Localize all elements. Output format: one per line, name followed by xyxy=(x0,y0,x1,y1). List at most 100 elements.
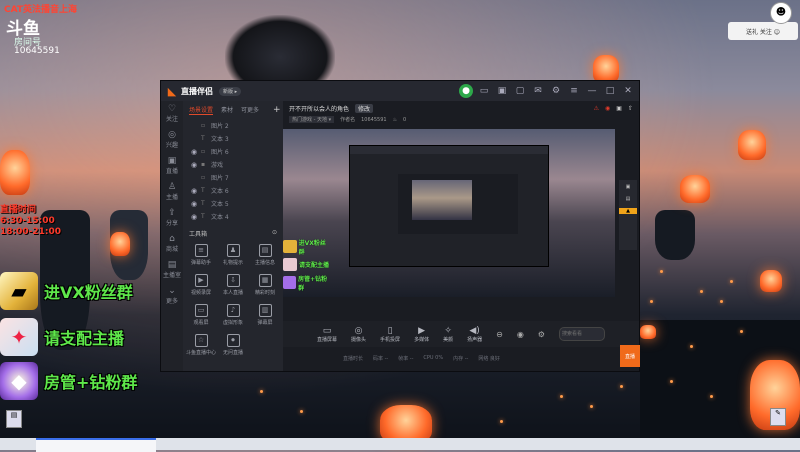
tool-gift[interactable]: ♟ 礼物提示 xyxy=(217,244,249,266)
calendar-icon: ▦ xyxy=(258,274,272,287)
tool-video[interactable]: ▶ 视频录屏 xyxy=(185,274,217,296)
mic-icon: ⏺ xyxy=(226,334,240,347)
widget-text: 送礼 关注 ☺ xyxy=(745,28,781,36)
screen-share-button[interactable]: ▭ 直播屏幕 xyxy=(317,326,337,343)
banner-text: 房管+钻粉群 xyxy=(44,373,138,392)
nav-item[interactable]: ◎ 兴趣 xyxy=(161,127,183,153)
gift-box-icon[interactable]: ▣ xyxy=(616,105,622,112)
capture-toolbar: ▭ 直播屏幕 ◎ 摄像头 ▯ 手机投屏 ▶ 多媒体 ✧ 美颜 ◀) 扬声器 ⊖ ◉ ⚙ xyxy=(283,321,639,347)
search-input[interactable] xyxy=(558,327,605,341)
desktop-shortcut-icon[interactable]: ▤ xyxy=(6,410,22,428)
minimize-icon[interactable]: — xyxy=(585,84,599,98)
eye-icon[interactable]: ◉ xyxy=(191,213,201,221)
nav-item[interactable]: ▣ 直播 xyxy=(161,153,183,179)
source-item[interactable]: ◉ ▪ 游戏 xyxy=(183,158,283,171)
toolbox-grid: ≡ 弹幕助手 ♟ 礼物提示 ▤ 主播信息 ▶ 视频录屏 ⇩ 本人直播 ▦ 精彩时刻 ▭ 观看屏… xyxy=(183,240,283,360)
maximize-icon[interactable]: □ xyxy=(603,84,617,98)
eye-icon[interactable]: ◉ xyxy=(191,187,201,195)
source-item[interactable]: ◉ T 文本 4 xyxy=(183,210,283,223)
close-icon[interactable]: ✕ xyxy=(621,84,635,98)
menu-icon[interactable]: ≡ xyxy=(567,84,581,98)
screen-share-icon: ▭ xyxy=(322,325,332,336)
nav-item[interactable]: ⇪ 分享 xyxy=(161,205,183,231)
lantern xyxy=(738,130,766,160)
banner-admin-group: ◆ 房管+钻粉群 xyxy=(0,358,148,404)
speaker-button[interactable]: ◀) 扬声器 xyxy=(467,326,482,343)
source-item[interactable]: ▫ 图片 2 xyxy=(183,119,283,132)
tool-sound[interactable]: ♪ 虚拟形象 xyxy=(217,304,249,326)
chart-icon: ▥ xyxy=(258,304,272,317)
tool-danmaku[interactable]: ≡ 弹幕助手 xyxy=(185,244,217,266)
schedule-title: 直播时间 xyxy=(0,205,37,215)
eye-icon[interactable]: ◉ xyxy=(191,148,201,156)
phone-cast-button[interactable]: ▯ 手机投屏 xyxy=(380,326,400,343)
eye-icon: ◎ xyxy=(168,130,176,140)
media-icon: ▶ xyxy=(418,325,426,336)
help-icon[interactable]: ⊖ xyxy=(496,330,503,339)
tool-download[interactable]: ⇩ 本人直播 xyxy=(217,274,249,296)
tab-material[interactable]: 素材 xyxy=(221,105,233,115)
category-select[interactable]: 热门游戏 - 天地 ▾ xyxy=(289,116,335,123)
pet-icon xyxy=(283,258,297,271)
nav-item[interactable]: ♙ 主播 xyxy=(161,179,183,205)
source-item[interactable]: T 文本 3 xyxy=(183,132,283,145)
tool-mic[interactable]: ⏺ 无问直播 xyxy=(217,334,249,356)
tool-screen[interactable]: ▭ 观看屏 xyxy=(185,304,217,326)
app-title: 直播伴侣 xyxy=(181,86,213,96)
sound-icon: ♪ xyxy=(226,304,240,317)
start-live-button[interactable]: 直播 xyxy=(620,345,640,367)
eye-icon[interactable]: ◉ xyxy=(191,161,201,169)
desktop-shortcut-icon[interactable]: ✎ xyxy=(770,408,786,426)
alert-icon[interactable]: ⚠ xyxy=(594,105,599,112)
phone-icon: ▯ xyxy=(387,325,393,336)
version-badge[interactable]: 新版 ▸ xyxy=(219,86,242,96)
share-icon[interactable]: ⇧ xyxy=(628,105,633,112)
mini-banner: 进VX粉丝群 xyxy=(283,239,331,256)
toolbox-more-icon[interactable]: ⊙ xyxy=(272,229,277,238)
scene-tabs: 场景设置 素材 可更多 xyxy=(183,101,283,119)
gift-icon[interactable]: ▣ xyxy=(495,84,509,98)
nav-item[interactable]: ▤ 主播室 xyxy=(161,257,183,283)
mail-icon[interactable]: ✉ xyxy=(531,84,545,98)
media-button[interactable]: ▶ 多媒体 xyxy=(414,326,429,343)
stream-title: 开不开所以会人的角色 xyxy=(289,106,350,113)
eye-icon[interactable]: ◉ xyxy=(191,200,201,208)
nav-item[interactable]: ⌄ 更多 xyxy=(161,283,183,309)
shop-icon: ⌂ xyxy=(169,234,175,244)
settings-icon[interactable]: ⚙ xyxy=(549,84,563,98)
edit-title-button[interactable]: 修改 xyxy=(355,104,374,113)
camera-button[interactable]: ◎ 摄像头 xyxy=(351,326,366,343)
effects-button[interactable]: ✧ 美颜 xyxy=(443,326,453,343)
avatar[interactable]: ● xyxy=(459,84,473,98)
chat-icon[interactable]: ▭ xyxy=(477,84,491,98)
tab-more[interactable]: 可更多 xyxy=(241,105,259,115)
tool-chart[interactable]: ▥ 弹幕屏 xyxy=(249,304,281,326)
tool-star[interactable]: ☆ 斗鱼直播中心 xyxy=(185,334,217,356)
source-item[interactable]: ◉ ▫ 图片 6 xyxy=(183,145,283,158)
author-name: 作者名 xyxy=(340,117,356,123)
download-icon: ⇩ xyxy=(226,274,240,287)
tab-scene[interactable]: 场景设置 xyxy=(189,105,214,115)
source-item[interactable]: ◉ T 文本 5 xyxy=(183,197,283,210)
source-item[interactable]: ▫ 图片 7 xyxy=(183,171,283,184)
stream-info-bar: 开不开所以会人的角色 修改 ⚠ ◉ ▣ ⇧ 热门游戏 - 天地 ▾ 作者名 10… xyxy=(283,101,639,129)
banner-text: 请支配主播 xyxy=(44,329,125,348)
nav-item[interactable]: ♡ 关注 xyxy=(161,101,183,127)
source-item[interactable]: ◉ T 文本 6 xyxy=(183,184,283,197)
gear-icon[interactable]: ⚙ xyxy=(538,330,545,339)
record-icon[interactable]: ◉ xyxy=(605,105,610,112)
tool-message[interactable]: ▤ 主播信息 xyxy=(249,244,281,266)
shirt-icon[interactable]: ▢ xyxy=(513,84,527,98)
image-icon: ▫ xyxy=(201,174,206,181)
add-source-icon[interactable]: + xyxy=(273,105,281,115)
nav-item[interactable]: ⌂ 商城 xyxy=(161,231,183,257)
heat-count: 0 xyxy=(403,116,407,123)
live-companion-window: ◣ 直播伴侣 新版 ▸ ● ▭ ▣ ▢ ✉ ⚙ ≡ — □ ✕ ♡ 关注 ◎ 兴趣 … xyxy=(160,80,640,372)
tool-calendar[interactable]: ▦ 精彩时刻 xyxy=(249,274,281,296)
gold-bar-icon: ▰ xyxy=(0,272,38,310)
douyu-logo: 斗鱼 xyxy=(6,14,46,39)
effects-icon: ✧ xyxy=(444,325,452,336)
status-bar: 直播时长 码率 -- 帧率 -- CPU 0% 内存 -- 网络 良好 xyxy=(343,355,500,362)
mic-toggle-icon[interactable]: ◉ xyxy=(517,330,524,339)
gift-icon: ♟ xyxy=(226,244,240,257)
